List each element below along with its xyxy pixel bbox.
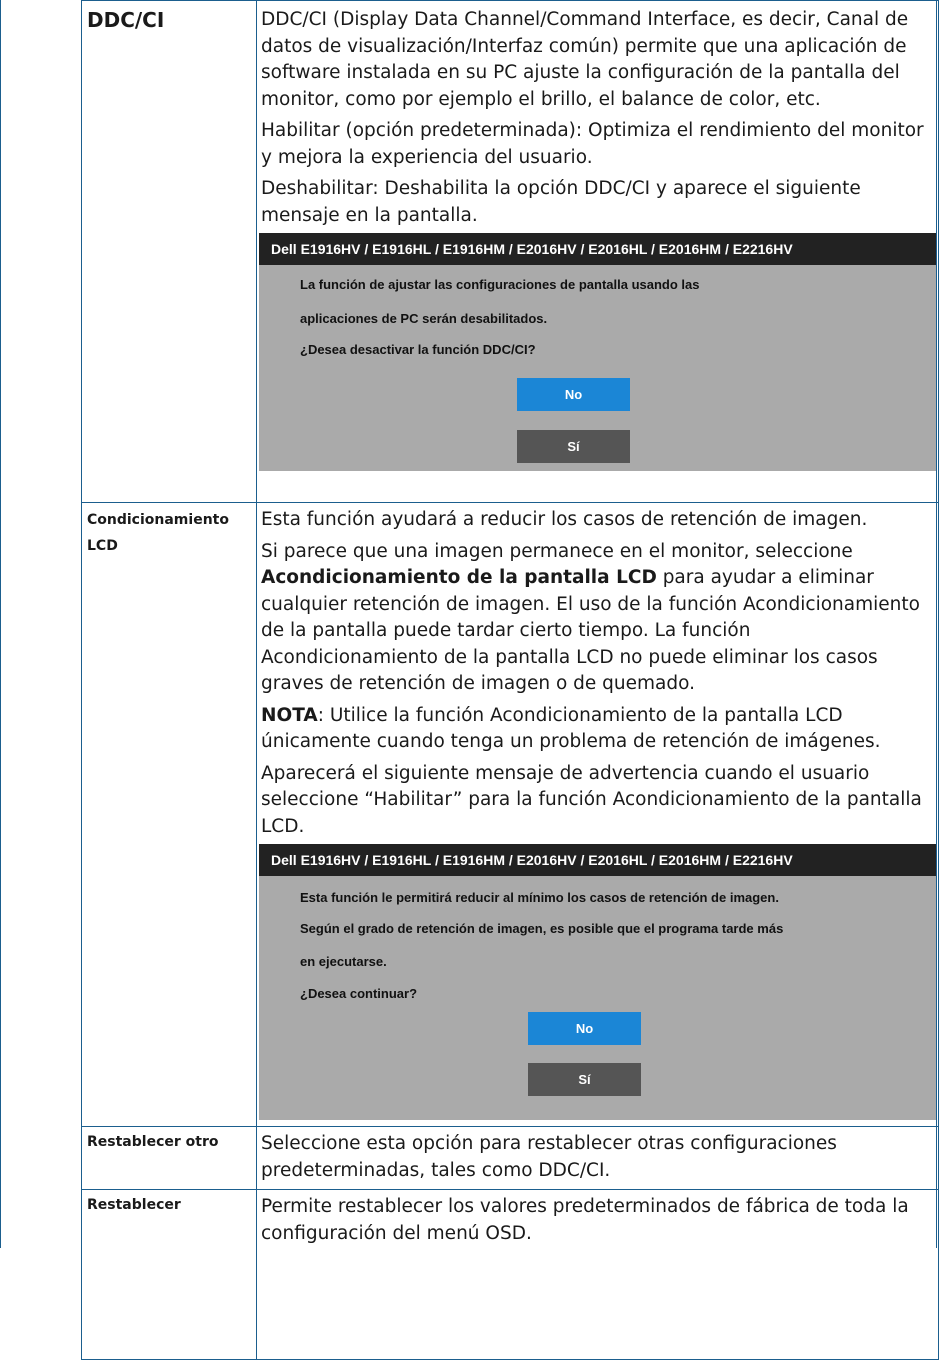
reset-other-description: Seleccione esta opción para restablecer … xyxy=(261,1133,837,1181)
si-button[interactable]: Sí xyxy=(528,1063,641,1096)
osd-settings-table: DDC/CI DDC/CI (Display Data Channel/Comm… xyxy=(81,0,939,1360)
dialog-message-line: aplicaciones de PC serán desabilitados. xyxy=(300,311,548,326)
row-name-lcd-conditioning: Condicionamiento LCD xyxy=(87,512,229,554)
row-description-cell: Esta función ayudará a reducir los casos… xyxy=(256,502,939,1127)
dialog-message-line: Esta función le permitirá reducir al mín… xyxy=(300,890,779,905)
row-name-cell: Restablecer otro xyxy=(81,1126,257,1190)
ddcci-paragraph-1: DDC/CI (Display Data Channel/Command Int… xyxy=(261,9,909,110)
row-description-cell: DDC/CI (Display Data Channel/Command Int… xyxy=(256,0,939,503)
dialog-title: Dell E1916HV / E1916HL / E1916HM / E2016… xyxy=(259,844,936,876)
no-button[interactable]: No xyxy=(517,378,630,411)
row-name-ddcci: DDC/CI xyxy=(87,8,165,32)
row-name-cell: Condicionamiento LCD xyxy=(81,502,257,1127)
lcd-dialog: Dell E1916HV / E1916HL / E1916HM / E2016… xyxy=(259,844,936,1120)
row-name-cell: DDC/CI xyxy=(81,0,257,503)
table-row-reset: Restablecer Permite restablecer los valo… xyxy=(81,1189,939,1360)
lcd-paragraph-1: Esta función ayudará a reducir los casos… xyxy=(261,509,868,530)
lcd-feature-name: Acondicionamiento de la pantalla LCD xyxy=(261,567,657,588)
table-row-reset-other: Restablecer otro Seleccione esta opción … xyxy=(81,1126,939,1190)
ddcci-paragraph-2: Habilitar (opción predeterminada): Optim… xyxy=(261,120,924,168)
reset-description: Permite restablecer los valores predeter… xyxy=(261,1196,909,1244)
row-description-cell: Seleccione esta opción para restablecer … xyxy=(256,1126,939,1190)
row-name-reset: Restablecer xyxy=(87,1197,181,1213)
ddcci-paragraph-3: Deshabilitar: Deshabilita la opción DDC/… xyxy=(261,178,861,226)
table-row-lcd-conditioning: Condicionamiento LCD Esta función ayudar… xyxy=(81,502,939,1127)
lcd-paragraph-4: Aparecerá el siguiente mensaje de advert… xyxy=(261,762,922,837)
lcd-note: NOTA: Utilice la función Acondicionamien… xyxy=(261,704,881,753)
dialog-question: ¿Desea desactivar la función DDC/CI? xyxy=(300,342,536,357)
dialog-message-line: en ejecutarse. xyxy=(300,954,387,969)
dialog-message-line: La función de ajustar las configuracione… xyxy=(300,277,700,292)
dialog-message-line: Según el grado de retención de imagen, e… xyxy=(300,921,784,936)
no-button[interactable]: No xyxy=(528,1012,641,1045)
table-row-ddcci: DDC/CI DDC/CI (Display Data Channel/Comm… xyxy=(81,0,939,503)
dialog-title: Dell E1916HV / E1916HL / E1916HM / E2016… xyxy=(259,233,936,265)
note-label: NOTA xyxy=(261,704,318,726)
row-description-cell: Permite restablecer los valores predeter… xyxy=(256,1189,939,1360)
dialog-question: ¿Desea continuar? xyxy=(300,986,418,1001)
row-name-cell: Restablecer xyxy=(81,1189,257,1360)
si-button[interactable]: Sí xyxy=(517,430,630,463)
lcd-paragraph-2: Si parece que una imagen permanece en el… xyxy=(261,540,920,695)
row-name-reset-other: Restablecer otro xyxy=(87,1134,219,1150)
ddcci-dialog: Dell E1916HV / E1916HL / E1916HM / E2016… xyxy=(259,233,936,471)
